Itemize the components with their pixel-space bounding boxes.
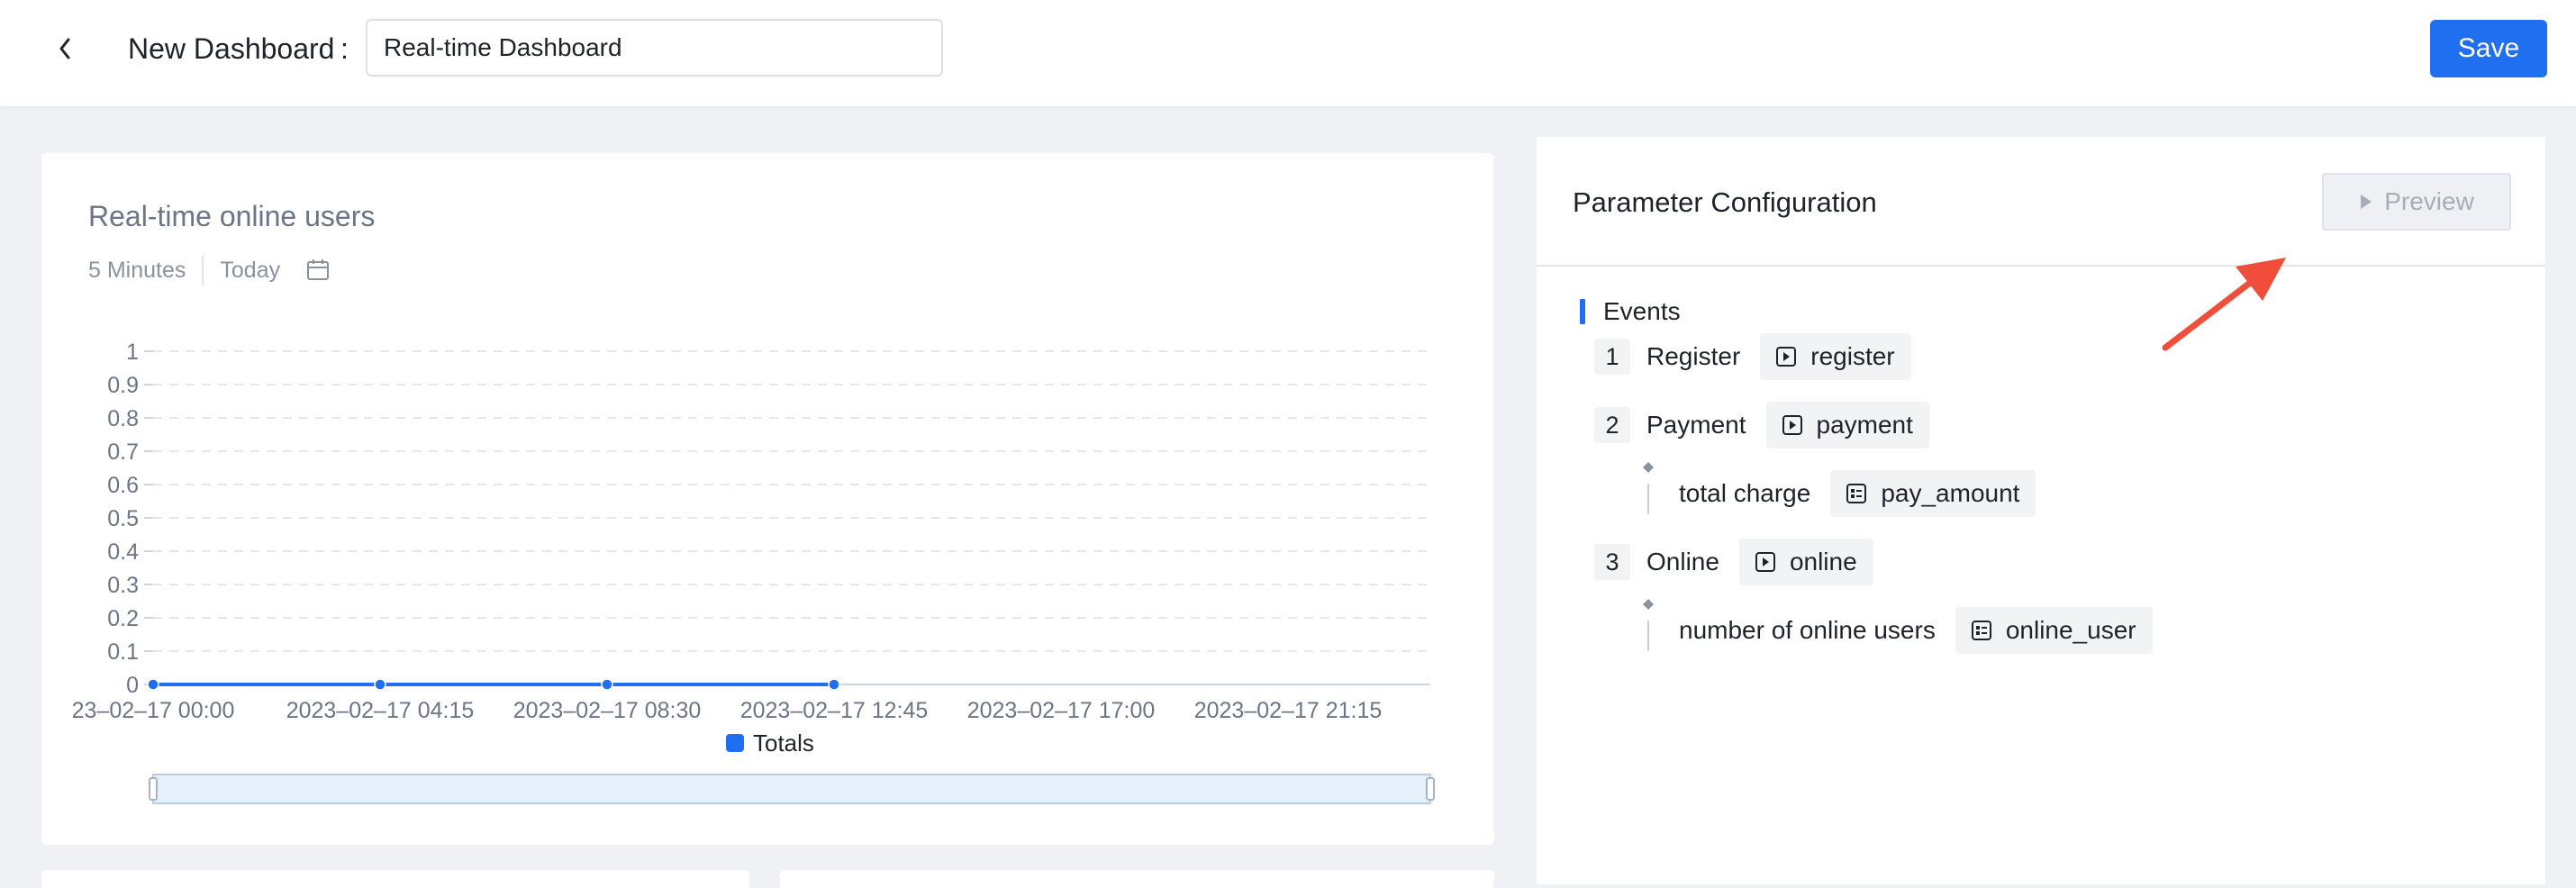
event-play-square-icon xyxy=(1774,345,1798,368)
attribute-name: number of online users xyxy=(1679,616,1936,644)
x-tick-label: 2023–02–17 08:30 xyxy=(513,698,702,723)
y-tick-label: 0 xyxy=(126,673,139,698)
event-tag[interactable]: payment xyxy=(1765,402,1929,449)
event-tag-label: payment xyxy=(1816,411,1913,439)
x-tick-label: 2023–02–17 04:15 xyxy=(286,698,475,723)
y-tick-label: 0.8 xyxy=(107,406,139,431)
x-tick-label: 2023–02–17 12:45 xyxy=(740,698,929,723)
preview-button-label: Preview xyxy=(2384,187,2474,215)
chevron-left-icon xyxy=(59,38,70,59)
save-button[interactable]: Save xyxy=(2430,20,2547,77)
attribute-name: total charge xyxy=(1679,479,1811,507)
y-tick-label: 0.3 xyxy=(107,573,139,598)
attribute-tag-label: online_user xyxy=(2005,616,2136,644)
next-card-edge-left xyxy=(41,870,749,888)
attribute-list-icon xyxy=(1845,482,1868,505)
event-name: Register xyxy=(1646,342,1741,370)
event-row: 3 Online online xyxy=(1594,538,1873,586)
attribute-tag[interactable]: online_user xyxy=(1955,607,2153,654)
y-tick-label: 0.9 xyxy=(107,373,139,398)
top-bar: New Dashboard : Save xyxy=(0,0,2576,106)
annotation-arrow-icon xyxy=(2162,258,2286,351)
next-card-edge-right xyxy=(780,870,1494,888)
y-tick-label: 0.6 xyxy=(107,473,139,498)
zoom-handle-right xyxy=(1426,777,1435,801)
parameter-panel-header: Parameter Configuration Preview xyxy=(1537,137,2545,267)
attribute-row: total charge pay_amount xyxy=(1639,462,2036,518)
preview-button[interactable]: Preview xyxy=(2322,173,2511,231)
event-tag[interactable]: register xyxy=(1760,333,1911,380)
data-point xyxy=(601,678,613,691)
attribute-connector-icon xyxy=(1643,599,1654,651)
zoom-slider xyxy=(152,774,1431,804)
attribute-tag-label: pay_amount xyxy=(1881,479,2020,507)
event-index: 1 xyxy=(1594,339,1630,375)
events-label: Events xyxy=(1603,297,1681,325)
data-point xyxy=(828,678,840,691)
dashboard-name-input[interactable] xyxy=(366,19,943,77)
event-index: 2 xyxy=(1594,407,1630,443)
event-tag-label: register xyxy=(1810,342,1895,370)
chart-card: Real-time online users 5 Minutes Today 0… xyxy=(41,153,1494,845)
event-name: Online xyxy=(1646,548,1719,575)
events-accent-bar xyxy=(1580,299,1585,324)
events-heading: Events xyxy=(1580,295,1681,328)
event-play-square-icon xyxy=(1781,413,1804,437)
event-index: 3 xyxy=(1594,544,1630,580)
data-point xyxy=(374,678,386,691)
x-tick-label: 2023–02–17 21:15 xyxy=(1194,698,1383,723)
title-colon: : xyxy=(340,32,349,65)
y-tick-label: 0.4 xyxy=(107,539,139,565)
y-tick-label: 0.5 xyxy=(107,506,139,531)
y-tick-label: 0.7 xyxy=(107,439,139,465)
event-play-square-icon xyxy=(1754,550,1777,574)
event-tag[interactable]: online xyxy=(1738,539,1873,585)
attribute-list-icon xyxy=(1970,619,1993,642)
attribute-tag[interactable]: pay_amount xyxy=(1830,470,2036,517)
legend-label: Totals xyxy=(753,729,814,757)
event-row: 2 Payment payment xyxy=(1594,401,1929,449)
parameter-panel: Parameter Configuration Preview Events 1… xyxy=(1537,137,2545,884)
y-tick-label: 1 xyxy=(126,340,139,365)
back-button[interactable] xyxy=(50,32,79,65)
line-chart: 0 0.1 0.2 0.3 0.4 0.5 0.6 0.7 0.8 0.9 1 23–02–17 00… xyxy=(72,340,1435,804)
attribute-row: number of online users online_user xyxy=(1639,599,2153,655)
x-tick-label: 23–02–17 00:00 xyxy=(72,698,235,723)
legend-swatch xyxy=(726,734,744,752)
attribute-connector-icon xyxy=(1643,462,1654,514)
event-tag-label: online xyxy=(1789,548,1857,575)
y-tick-label: 0.1 xyxy=(107,639,139,665)
y-tick-label: 0.2 xyxy=(107,606,139,631)
zoom-handle-left xyxy=(149,777,158,801)
data-point xyxy=(147,678,159,691)
event-name: Payment xyxy=(1646,411,1746,439)
page-title: New Dashboard xyxy=(128,32,335,65)
x-tick-label: 2023–02–17 17:00 xyxy=(967,698,1156,723)
parameter-panel-title: Parameter Configuration xyxy=(1573,186,1877,218)
play-icon xyxy=(2361,195,2372,209)
event-row: 1 Register register xyxy=(1594,332,1911,381)
